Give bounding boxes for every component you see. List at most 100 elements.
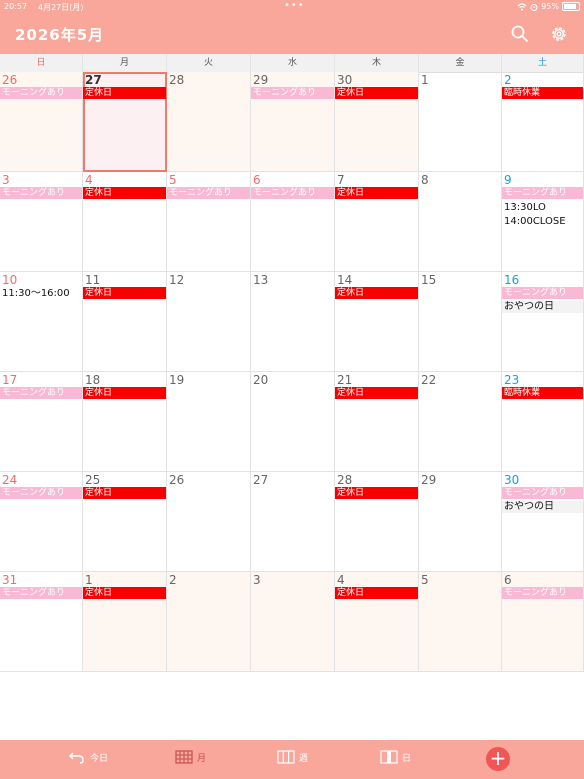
day-cell[interactable]: 27 定休日	[83, 72, 167, 172]
day-cell[interactable]: 2	[167, 572, 251, 672]
morning-event[interactable]: モーニングあり	[0, 387, 82, 399]
event-list: モーニングあり	[251, 87, 334, 101]
undo-arrow-icon	[68, 752, 84, 764]
week-view-button[interactable]: 週	[277, 750, 308, 764]
day-cell[interactable]: 24 モーニングあり	[0, 472, 83, 572]
closed-event[interactable]: 定休日	[335, 487, 418, 499]
day-cell[interactable]: 27	[251, 472, 335, 572]
closed-event[interactable]: 臨時休業	[502, 387, 583, 399]
event-list: モーニングあり	[0, 587, 82, 601]
day-view-button[interactable]: 日	[380, 750, 411, 764]
morning-event[interactable]: モーニングあり	[0, 487, 82, 499]
day-cell[interactable]: 19	[167, 372, 251, 472]
search-icon[interactable]	[510, 24, 530, 44]
day-cell[interactable]: 16 モーニングあり おやつの日	[502, 272, 584, 372]
day-cell[interactable]: 20	[251, 372, 335, 472]
day-cell[interactable]: 15	[419, 272, 502, 372]
multitask-dots[interactable]: •••	[284, 0, 305, 11]
closed-event[interactable]: 定休日	[83, 587, 166, 599]
day-number: 4	[85, 173, 93, 187]
add-event-button[interactable]: +	[486, 747, 510, 771]
day-number: 3	[253, 573, 261, 587]
event-text[interactable]: 14:00CLOSE	[502, 215, 583, 228]
day-cell[interactable]: 29 モーニングあり	[251, 72, 335, 172]
closed-event[interactable]: 定休日	[335, 87, 418, 99]
today-button[interactable]: 今日	[68, 750, 108, 764]
event-text[interactable]: 11:30〜16:00	[0, 287, 82, 300]
day-cell[interactable]: 2 臨時休業	[502, 72, 584, 172]
day-number: 26	[2, 73, 18, 87]
day-cell[interactable]: 18 定休日	[83, 372, 167, 472]
month-view-button[interactable]: 月	[175, 750, 206, 764]
day-cell[interactable]: 4 定休日	[335, 572, 419, 672]
day-cell[interactable]: 1	[419, 72, 502, 172]
closed-event[interactable]: 定休日	[335, 187, 418, 199]
month-title[interactable]: 2026年5月	[15, 24, 104, 45]
day-cell[interactable]: 4 定休日	[83, 172, 167, 272]
day-cell[interactable]: 13	[251, 272, 335, 372]
weekday-label: 金	[419, 54, 502, 72]
closed-event[interactable]: 定休日	[83, 187, 166, 199]
day-number: 29	[253, 73, 269, 87]
day-cell[interactable]: 31 モーニングあり	[0, 572, 83, 672]
day-cell[interactable]: 6 モーニングあり	[251, 172, 335, 272]
event-text[interactable]: おやつの日	[502, 301, 583, 313]
morning-event[interactable]: モーニングあり	[0, 187, 82, 199]
morning-event[interactable]: モーニングあり	[502, 187, 583, 199]
day-cell[interactable]: 30 定休日	[335, 72, 419, 172]
morning-event[interactable]: モーニングあり	[502, 487, 583, 499]
week-row: 3 モーニングあり 4 定休日 5 モーニングあり 6 モーニングあり 7 定休日 8 9 モーニングあ…	[0, 172, 584, 272]
closed-event[interactable]: 定休日	[335, 587, 418, 599]
week-label: 週	[299, 753, 309, 764]
closed-event[interactable]: 定休日	[83, 287, 166, 299]
closed-event[interactable]: 定休日	[83, 487, 166, 499]
closed-event[interactable]: 定休日	[335, 387, 418, 399]
morning-event[interactable]: モーニングあり	[251, 87, 334, 99]
day-cell[interactable]: 28	[167, 72, 251, 172]
day-cell[interactable]: 29	[419, 472, 502, 572]
day-cell[interactable]: 9 モーニングあり 13:30LO 14:00CLOSE	[502, 172, 584, 272]
day-cell[interactable]: 5	[419, 572, 502, 672]
day-cell[interactable]: 1 定休日	[83, 572, 167, 672]
day-cell[interactable]: 25 定休日	[83, 472, 167, 572]
morning-event[interactable]: モーニングあり	[167, 187, 250, 199]
morning-event[interactable]: モーニングあり	[0, 587, 82, 599]
event-text[interactable]: 13:30LO	[502, 201, 583, 214]
day-cell[interactable]: 8	[419, 172, 502, 272]
day-cell[interactable]: 7 定休日	[335, 172, 419, 272]
day-number: 28	[169, 73, 185, 87]
closed-event[interactable]: 定休日	[83, 387, 166, 399]
day-cell[interactable]: 14 定休日	[335, 272, 419, 372]
day-cell[interactable]: 5 モーニングあり	[167, 172, 251, 272]
day-cell[interactable]: 11 定休日	[83, 272, 167, 372]
day-number: 5	[421, 573, 429, 587]
day-cell[interactable]: 23 臨時休業	[502, 372, 584, 472]
day-cell[interactable]: 6 モーニングあり	[502, 572, 584, 672]
day-number: 28	[337, 473, 353, 487]
battery-percent: 95%	[541, 2, 559, 11]
day-cell[interactable]: 12	[167, 272, 251, 372]
day-cell[interactable]: 26	[167, 472, 251, 572]
morning-event[interactable]: モーニングあり	[0, 87, 82, 99]
day-cell[interactable]: 10 11:30〜16:00	[0, 272, 83, 372]
day-cell[interactable]: 3 モーニングあり	[0, 172, 83, 272]
day-cell[interactable]: 3	[251, 572, 335, 672]
closed-event[interactable]: 臨時休業	[502, 87, 583, 99]
gear-icon[interactable]	[549, 24, 569, 44]
day-cell[interactable]: 26 モーニングあり	[0, 72, 83, 172]
day-cell[interactable]: 21 定休日	[335, 372, 419, 472]
morning-event[interactable]: モーニングあり	[502, 587, 583, 599]
event-list: モーニングあり おやつの日	[502, 487, 583, 515]
day-cell[interactable]: 30 モーニングあり おやつの日	[502, 472, 584, 572]
closed-event[interactable]: 定休日	[83, 87, 166, 99]
morning-event[interactable]: モーニングあり	[251, 187, 334, 199]
day-cell[interactable]: 17 モーニングあり	[0, 372, 83, 472]
event-text[interactable]: おやつの日	[502, 501, 583, 513]
day-cell[interactable]: 28 定休日	[335, 472, 419, 572]
event-list: 定休日	[335, 587, 418, 601]
event-list: モーニングあり	[251, 187, 334, 201]
day-cell[interactable]: 22	[419, 372, 502, 472]
closed-event[interactable]: 定休日	[335, 287, 418, 299]
morning-event[interactable]: モーニングあり	[502, 287, 583, 299]
week-row: 17 モーニングあり 18 定休日 19 20 21 定休日 22 23 臨時休業	[0, 372, 584, 472]
